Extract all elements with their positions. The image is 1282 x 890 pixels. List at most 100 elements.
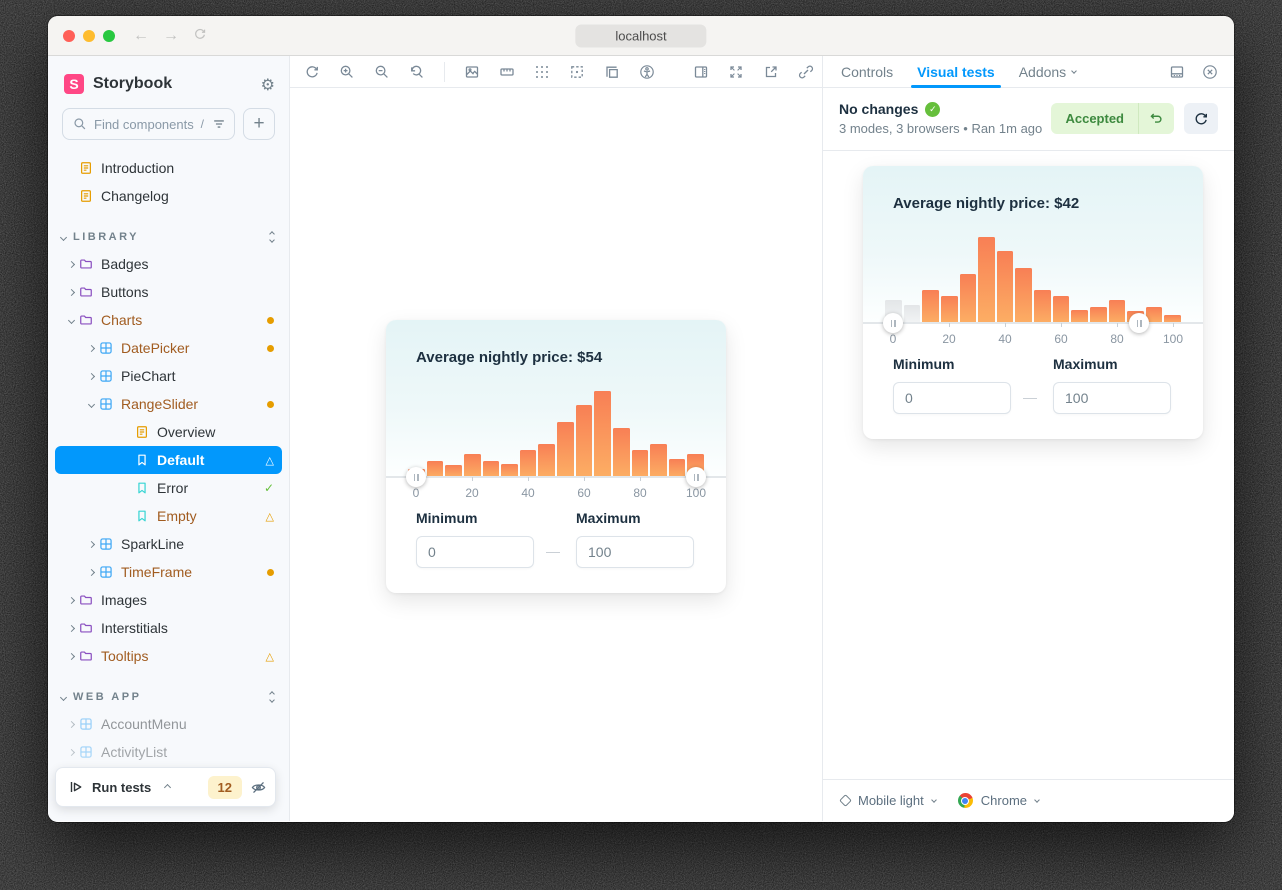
mode-selector[interactable]: Mobile light [841, 793, 936, 808]
slider-track[interactable] [386, 476, 726, 478]
search-input[interactable]: Find components / [62, 108, 235, 140]
sidebar-item-changelog[interactable]: Changelog [55, 182, 282, 210]
axis-tick [1117, 323, 1118, 327]
zoom-in-icon[interactable] [339, 64, 355, 80]
create-story-button[interactable]: + [243, 108, 275, 140]
slider-handle-min[interactable] [883, 313, 903, 333]
outline-icon[interactable] [569, 64, 585, 80]
item-label: Images [101, 592, 274, 608]
chevron-right-icon[interactable] [63, 262, 79, 267]
collapse-expand-icon[interactable] [270, 232, 274, 242]
sidebar-item-error[interactable]: Error✓ [55, 474, 282, 502]
tab-controls[interactable]: Controls [829, 56, 905, 87]
chevron-right-icon[interactable] [63, 654, 79, 659]
sidebar-item-empty[interactable]: Empty△ [55, 502, 282, 530]
minimize-window-button[interactable] [83, 30, 95, 42]
axis-tick [584, 477, 585, 481]
watch-mode-icon[interactable] [250, 779, 267, 796]
collapse-expand-icon[interactable] [270, 692, 274, 702]
close-window-button[interactable] [63, 30, 75, 42]
maximum-input[interactable] [576, 536, 694, 568]
reload-icon[interactable] [193, 27, 207, 45]
address-bar[interactable]: localhost [575, 24, 706, 47]
minimum-input[interactable] [893, 382, 1011, 414]
sidebar-item-sparkline[interactable]: SparkLine [55, 530, 282, 558]
forward-icon[interactable]: → [163, 27, 179, 45]
sidebar-item-tooltips[interactable]: Tooltips△ [55, 642, 282, 670]
doc-icon [79, 189, 93, 203]
slider-handle-max[interactable] [1129, 313, 1149, 333]
maximum-input[interactable] [1053, 382, 1171, 414]
component-icon [99, 341, 113, 355]
sidebar-item-timeframe[interactable]: TimeFrame [55, 558, 282, 586]
sidebar-item-default[interactable]: Default△ [55, 446, 282, 474]
chevron-right-icon[interactable] [83, 570, 99, 575]
titlebar: ← → localhost [48, 16, 1234, 56]
backgrounds-icon[interactable] [464, 64, 480, 80]
filter-icon[interactable] [212, 117, 226, 131]
zoom-reset-icon[interactable] [409, 64, 425, 80]
unaccept-icon[interactable] [1138, 103, 1174, 134]
browser-selector[interactable]: Chrome [958, 793, 1039, 808]
accessibility-icon[interactable] [639, 64, 655, 80]
slider-handle-max[interactable] [686, 467, 706, 487]
section-header-web-app[interactable]: WEB APP [55, 684, 282, 710]
chevron-right-icon[interactable] [63, 722, 79, 727]
fullscreen-icon[interactable] [728, 64, 744, 80]
slider-track[interactable] [863, 322, 1203, 324]
axis-tick-label: 0 [413, 486, 420, 500]
folder-icon [79, 649, 93, 663]
back-icon[interactable]: ← [133, 27, 149, 45]
item-label: RangeSlider [121, 396, 261, 412]
histogram-bar [1053, 296, 1070, 323]
chevron-right-icon[interactable] [63, 290, 79, 295]
grid-icon[interactable] [534, 64, 550, 80]
gear-icon[interactable]: ⚙ [261, 75, 275, 94]
minimum-label: Minimum [416, 510, 477, 526]
chevron-right-icon[interactable] [63, 598, 79, 603]
tab-visual-tests[interactable]: Visual tests [905, 56, 1007, 87]
chevron-right-icon[interactable] [83, 542, 99, 547]
tab-addons[interactable]: Addons [1007, 56, 1088, 87]
section-header-library[interactable]: LIBRARY [55, 224, 282, 250]
sidebar-item-badges[interactable]: Badges [55, 250, 282, 278]
chevron-up-icon[interactable] [164, 783, 171, 790]
sidebar-item-piechart[interactable]: PieChart [55, 362, 282, 390]
chevron-right-icon[interactable] [63, 750, 79, 755]
sidebar-item-charts[interactable]: Charts [55, 306, 282, 334]
sidebar-item-introduction[interactable]: Introduction [55, 154, 282, 182]
copy-link-icon[interactable] [798, 64, 814, 80]
canvas: Average nightly price: $54020406080100Mi… [290, 56, 822, 821]
panel-position-icon[interactable] [1169, 64, 1185, 80]
chevron-right-icon[interactable] [63, 626, 79, 631]
chevron-down-icon[interactable] [63, 318, 79, 323]
axis-tick [1061, 323, 1062, 327]
zoom-out-icon[interactable] [374, 64, 390, 80]
zoom-window-button[interactable] [103, 30, 115, 42]
sidebar-item-datepicker[interactable]: DatePicker [55, 334, 282, 362]
item-label: Buttons [101, 284, 274, 300]
accepted-button[interactable]: Accepted [1051, 103, 1174, 134]
sidebar-item-rangeslider[interactable]: RangeSlider [55, 390, 282, 418]
run-tests-bar[interactable]: Run tests 12 [55, 767, 276, 807]
close-panel-icon[interactable] [1202, 64, 1218, 80]
rerun-tests-button[interactable] [1184, 103, 1218, 134]
slider-handle-min[interactable] [406, 467, 426, 487]
window-controls[interactable] [63, 30, 115, 42]
remount-icon[interactable] [304, 64, 320, 80]
sidebar-item-images[interactable]: Images [55, 586, 282, 614]
sidebar-item-accountmenu[interactable]: AccountMenu [55, 710, 282, 738]
panel-toggle-icon[interactable] [693, 64, 709, 80]
chevron-down-icon[interactable] [83, 402, 99, 407]
chevron-right-icon[interactable] [83, 346, 99, 351]
minimum-input[interactable] [416, 536, 534, 568]
sidebar-item-activitylist[interactable]: ActivityList [55, 738, 282, 766]
sidebar-item-interstitials[interactable]: Interstitials [55, 614, 282, 642]
measure-icon[interactable] [499, 64, 515, 80]
viewport-icon[interactable] [604, 64, 620, 80]
toolbar-divider [444, 62, 445, 82]
chevron-right-icon[interactable] [83, 374, 99, 379]
sidebar-item-overview[interactable]: Overview [55, 418, 282, 446]
open-new-tab-icon[interactable] [763, 64, 779, 80]
sidebar-item-buttons[interactable]: Buttons [55, 278, 282, 306]
